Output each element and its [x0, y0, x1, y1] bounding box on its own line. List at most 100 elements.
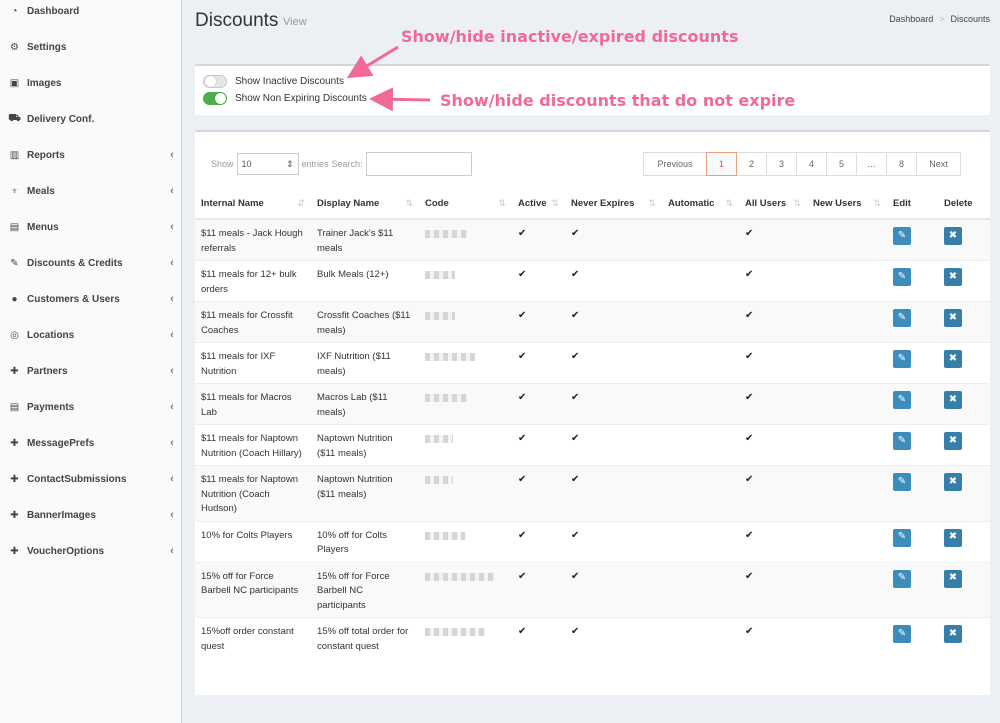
edit-button[interactable]: ✎: [893, 350, 911, 368]
sidebar-item-payments[interactable]: ▤ Payments ‹: [0, 392, 182, 422]
edit-button[interactable]: ✎: [893, 268, 911, 286]
delete-button[interactable]: ✖: [944, 227, 962, 245]
check-icon: ✔: [571, 228, 580, 239]
sidebar-item-locations[interactable]: ◎ Locations ‹: [0, 320, 182, 350]
pagination-next-button[interactable]: Next: [916, 152, 961, 176]
edit-cell: ✎: [887, 617, 938, 658]
sidebar-item-label: Discounts & Credits: [27, 257, 123, 269]
sidebar-item-bannerimages[interactable]: ✚ BannerImages ‹: [0, 500, 182, 530]
edit-button[interactable]: ✎: [893, 309, 911, 327]
sidebar-item-customers-users[interactable]: ● Customers & Users ‹: [0, 284, 182, 314]
table-row: $11 meals for Crossfit Coaches Crossfit C…: [195, 301, 990, 343]
edit-button[interactable]: ✎: [893, 432, 911, 450]
column-header-label: New Users: [813, 198, 862, 209]
edit-button[interactable]: ✎: [893, 528, 911, 547]
delete-button[interactable]: ✖: [944, 268, 962, 286]
column-header-internal-name[interactable]: Internal Name ⇵: [195, 189, 311, 220]
sidebar-item-reports[interactable]: ▥ Reports ‹: [0, 140, 182, 170]
new-users-cell: [807, 260, 887, 302]
plus-icon: ✚: [10, 473, 19, 485]
sidebar-item-messageprefs[interactable]: ✚ MessagePrefs ‹: [0, 428, 182, 458]
delete-button[interactable]: ✖: [944, 432, 962, 450]
sidebar-item-partners[interactable]: ✚ Partners ‹: [0, 356, 182, 386]
column-header-all-users[interactable]: All Users ⇅: [739, 189, 807, 220]
entries-select[interactable]: 10 ⇕: [236, 153, 299, 175]
internal-name-cell: $11 meals for Naptown Nutrition (Coach H…: [195, 465, 311, 521]
all-users-cell: ✔: [739, 342, 807, 384]
delete-button[interactable]: ✖: [944, 309, 962, 327]
delete-button[interactable]: ✖: [944, 473, 962, 491]
display-name-cell: Naptown Nutrition ($11 meals): [311, 465, 419, 521]
sidebar-item-settings[interactable]: ⚙ Settings: [0, 32, 182, 62]
show-inactive-toggle[interactable]: [203, 75, 227, 88]
internal-name-cell: 10% for Colts Players: [195, 520, 311, 562]
sidebar-item-label: Partners: [27, 365, 68, 377]
check-icon: ✔: [518, 228, 527, 239]
check-icon: ✔: [745, 269, 754, 280]
edit-button[interactable]: ✎: [893, 227, 911, 245]
breadcrumb-separator: >: [939, 14, 945, 24]
sidebar-item-meals[interactable]: ♆ Meals ‹: [0, 176, 182, 206]
search-input[interactable]: [365, 152, 472, 176]
internal-name-cell: $11 meals for Naptown Nutrition (Coach H…: [195, 424, 311, 466]
sidebar-item-contactsubmissions[interactable]: ✚ ContactSubmissions ‹: [0, 464, 182, 494]
check-icon: ✔: [745, 228, 754, 239]
column-header-delete[interactable]: Delete: [938, 189, 990, 220]
check-icon: ✔: [518, 433, 527, 444]
delete-button[interactable]: ✖: [944, 625, 962, 643]
pagination-previous-button[interactable]: Previous: [643, 152, 707, 176]
edit-button[interactable]: ✎: [893, 391, 911, 409]
column-header-active[interactable]: Active ⇅: [512, 189, 565, 220]
magic-icon: ✎: [10, 257, 19, 269]
edit-cell: ✎: [887, 383, 938, 425]
show-nonexpiring-toggle[interactable]: [203, 92, 227, 105]
sidebar-item-images[interactable]: ▣ Images: [0, 68, 182, 98]
page-title: Discounts: [195, 10, 279, 31]
edit-button[interactable]: ✎: [893, 473, 911, 491]
column-header-new-users[interactable]: New Users ⇅: [807, 189, 887, 220]
page-subtitle: View: [283, 16, 307, 28]
delete-button[interactable]: ✖: [944, 569, 962, 588]
sidebar-item-discounts-credits[interactable]: ✎ Discounts & Credits ‹: [0, 248, 182, 278]
internal-name-cell: 15%off order constant quest: [195, 617, 311, 658]
column-header-automatic[interactable]: Automatic ⇅: [662, 189, 739, 220]
all-users-cell: ✔: [739, 520, 807, 562]
car-icon: ⛟: [8, 112, 21, 124]
sort-icon: ⇅: [793, 198, 801, 208]
sidebar-item-label: Reports: [27, 149, 65, 161]
column-header-label: All Users: [745, 198, 787, 209]
breadcrumb-dashboard-link[interactable]: Dashboard: [889, 14, 933, 24]
pagination-3-button[interactable]: 3: [766, 152, 797, 176]
active-cell: ✔: [512, 561, 565, 618]
pagination-5-button[interactable]: 5: [826, 152, 857, 176]
pagination-2-button[interactable]: 2: [736, 152, 767, 176]
pagination-1-button[interactable]: 1: [706, 152, 737, 176]
check-icon: ✔: [571, 269, 580, 280]
column-header-never-expires[interactable]: Never Expires ⇅: [565, 189, 662, 220]
check-icon: ✔: [518, 392, 527, 403]
sort-asc-icon: ⇵: [297, 198, 305, 208]
delete-button[interactable]: ✖: [944, 350, 962, 368]
edit-button[interactable]: ✎: [893, 569, 911, 588]
delete-cell: ✖: [938, 520, 990, 562]
column-header-code[interactable]: Code ⇅: [419, 189, 512, 220]
table-row: $11 meals for Naptown Nutrition (Coach H…: [195, 424, 990, 466]
sidebar-item-dashboard[interactable]: ◔ Dashboard: [0, 0, 182, 26]
edit-button[interactable]: ✎: [893, 625, 911, 643]
delete-button[interactable]: ✖: [944, 528, 962, 547]
all-users-cell: ✔: [739, 383, 807, 425]
sidebar-item-delivery-conf[interactable]: ⛟ Delivery Conf.: [0, 104, 182, 134]
sidebar-item-label: Settings: [27, 41, 67, 53]
pagination-8-button[interactable]: 8: [886, 152, 917, 176]
automatic-cell: [662, 520, 739, 562]
sidebar-item-menus[interactable]: ▤ Menus ‹: [0, 212, 182, 242]
pagination-4-button[interactable]: 4: [796, 152, 827, 176]
column-header-display-name[interactable]: Display Name ⇅: [311, 189, 419, 220]
sidebar-item-voucheroptions[interactable]: ✚ VoucherOptions ‹: [0, 536, 182, 566]
display-name-cell: Macros Lab ($11 meals): [311, 383, 419, 425]
chevron-left-icon: ‹: [170, 365, 174, 377]
automatic-cell: [662, 218, 739, 261]
code-cell: [419, 617, 512, 658]
delete-button[interactable]: ✖: [944, 391, 962, 409]
column-header-edit[interactable]: Edit: [887, 189, 938, 220]
